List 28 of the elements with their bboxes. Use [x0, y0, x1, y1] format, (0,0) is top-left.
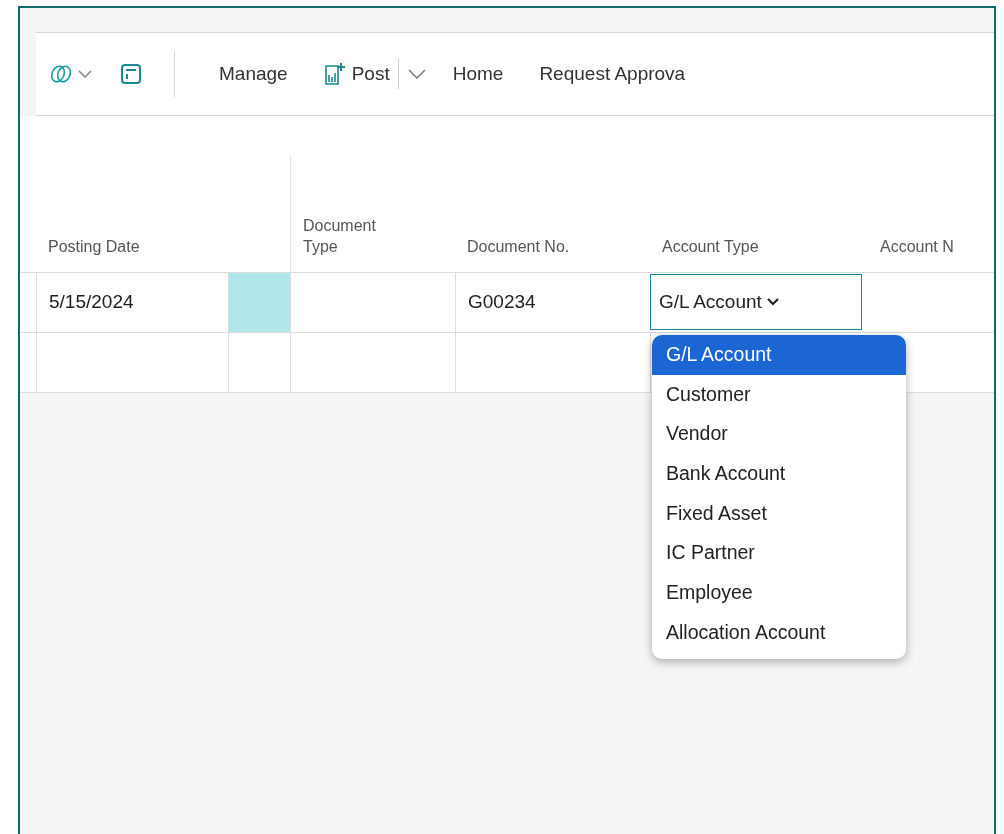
column-header[interactable]: Document Type	[290, 156, 455, 273]
dropdown-option[interactable]: Fixed Asset	[652, 493, 906, 534]
table-cell[interactable]	[290, 332, 455, 393]
column-header[interactable]: Document No.	[455, 236, 650, 273]
dropdown-option[interactable]: Vendor	[652, 414, 906, 455]
toolbar-action[interactable]: Request Approva	[521, 54, 704, 94]
chevron-down-icon	[406, 68, 427, 80]
toolbar-action[interactable]: Home	[434, 54, 522, 94]
table-cell[interactable]	[228, 332, 290, 393]
toolbar-action[interactable]: Manage	[201, 54, 306, 94]
table-cell[interactable]	[36, 332, 228, 393]
table-cell[interactable]	[290, 272, 455, 333]
row-marker	[228, 272, 290, 333]
post-button[interactable]: Post	[305, 54, 398, 94]
dropdown-option[interactable]: IC Partner	[652, 533, 906, 574]
dropdown-option[interactable]: Customer	[652, 374, 906, 415]
dropdown-option[interactable]: Bank Account	[652, 454, 906, 494]
dropdown-option[interactable]: G/L Account	[652, 335, 906, 375]
column-header[interactable]: Posting Date	[36, 236, 228, 273]
document-plus-icon	[323, 62, 346, 86]
account-type-select[interactable]: G/L Account	[650, 274, 862, 331]
dropdown-option[interactable]: Allocation Account	[652, 612, 906, 653]
column-header[interactable]: Account N	[868, 236, 994, 273]
layout-icon	[120, 63, 142, 85]
table-cell[interactable]	[455, 332, 650, 393]
chevron-down-icon	[765, 297, 780, 308]
dropdown-option[interactable]: Employee	[652, 573, 906, 613]
column-header[interactable]: Account Type	[650, 236, 868, 273]
